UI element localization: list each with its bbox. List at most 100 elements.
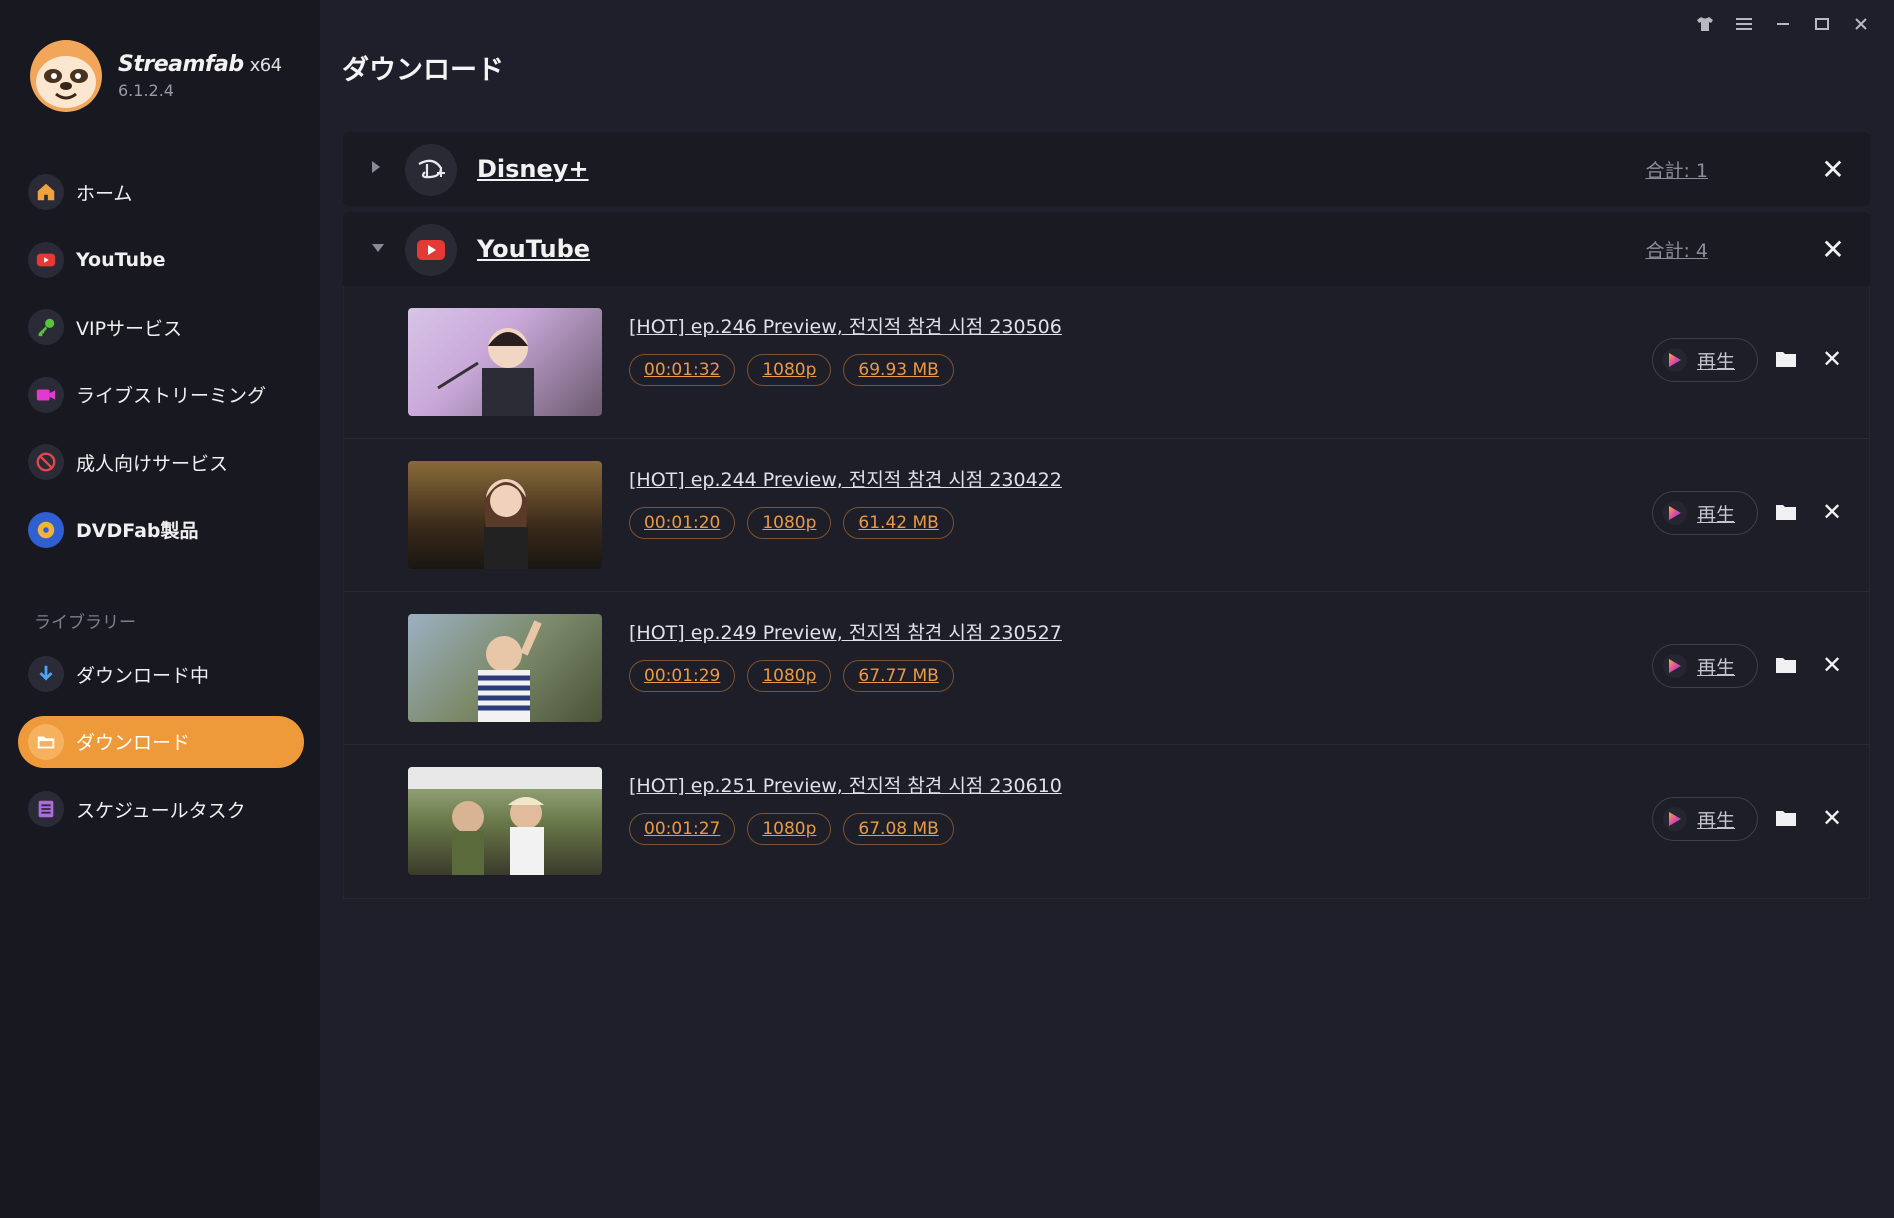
play-label: 再生 bbox=[1697, 350, 1736, 373]
service-group-youtube: YouTube 合計: 4 ✕ [HOT] ep.246 Preview, 전지… bbox=[343, 212, 1870, 899]
service-group-disney: Disney+ 合計: 1 ✕ bbox=[343, 132, 1870, 206]
play-icon bbox=[1663, 654, 1687, 678]
size-badge: 67.77 MB bbox=[843, 660, 954, 692]
chevron-right-icon[interactable] bbox=[371, 160, 381, 178]
sidebar: Streamfab x64 6.1.2.4 ホーム YouTube VIPサービス bbox=[0, 0, 320, 1218]
duration-badge: 00:01:32 bbox=[629, 354, 736, 386]
service-name[interactable]: Disney+ bbox=[477, 155, 589, 183]
size-badge: 67.08 MB bbox=[843, 813, 954, 845]
size-badge: 69.93 MB bbox=[843, 354, 954, 386]
video-meta: 00:01:20 1080p 61.42 MB bbox=[629, 507, 954, 539]
sidebar-item-downloading[interactable]: ダウンロード中 bbox=[18, 648, 304, 700]
sidebar-item-home[interactable]: ホーム bbox=[18, 166, 304, 218]
sidebar-item-youtube[interactable]: YouTube bbox=[18, 234, 304, 286]
sidebar-item-label: 成人向けサービス bbox=[76, 452, 229, 475]
download-icon bbox=[28, 656, 64, 692]
home-icon bbox=[28, 174, 64, 210]
sidebar-item-label: ライブストリーミング bbox=[76, 385, 267, 407]
sidebar-item-schedule[interactable]: スケジュールタスク bbox=[18, 783, 304, 835]
youtube-icon bbox=[405, 224, 457, 276]
folder-icon[interactable] bbox=[1775, 656, 1797, 674]
video-meta: 00:01:29 1080p 67.77 MB bbox=[629, 660, 954, 692]
video-thumbnail[interactable] bbox=[408, 308, 602, 416]
sloth-logo-icon bbox=[28, 38, 104, 114]
play-label: 再生 bbox=[1697, 656, 1736, 679]
quality-badge: 1080p bbox=[747, 660, 832, 692]
total-count: 合計: 4 bbox=[1645, 239, 1708, 262]
video-thumbnail[interactable] bbox=[408, 614, 602, 722]
list-item: [HOT] ep.249 Preview, 전지적 참견 시점 230527 0… bbox=[344, 592, 1869, 745]
menu-icon[interactable] bbox=[1724, 12, 1763, 36]
sidebar-item-label: DVDFab製品 bbox=[76, 520, 199, 542]
total-count: 合計: 1 bbox=[1645, 159, 1708, 182]
play-label: 再生 bbox=[1697, 503, 1736, 526]
duration-badge: 00:01:20 bbox=[629, 507, 736, 539]
chevron-down-icon[interactable] bbox=[371, 241, 385, 257]
quality-badge: 1080p bbox=[747, 813, 832, 845]
play-icon bbox=[1663, 501, 1687, 525]
video-title[interactable]: [HOT] ep.244 Preview, 전지적 참견 시점 230422 bbox=[629, 465, 1062, 492]
disney-icon bbox=[405, 144, 457, 196]
sidebar-item-downloaded[interactable]: ダウンロード bbox=[18, 715, 304, 768]
close-icon[interactable]: ✕ bbox=[1819, 804, 1845, 832]
maximize-icon[interactable] bbox=[1802, 12, 1841, 36]
list-item: [HOT] ep.244 Preview, 전지적 참견 시점 230422 0… bbox=[344, 439, 1869, 592]
sidebar-item-dvdfab[interactable]: DVDFab製品 bbox=[18, 504, 304, 556]
app-arch: x64 bbox=[249, 55, 283, 76]
video-meta: 00:01:27 1080p 67.08 MB bbox=[629, 813, 954, 845]
size-badge: 61.42 MB bbox=[843, 507, 954, 539]
page-title: ダウンロード bbox=[342, 55, 504, 86]
close-icon[interactable]: ✕ bbox=[1816, 232, 1850, 266]
app-name: Streamfab bbox=[118, 52, 244, 77]
folder-icon[interactable] bbox=[1775, 809, 1797, 827]
duration-badge: 00:01:27 bbox=[629, 813, 736, 845]
main-nav: ホーム YouTube VIPサービス ライブストリーミング 成人向けサービス bbox=[18, 166, 304, 571]
list-item: [HOT] ep.251 Preview, 전지적 참견 시점 230610 0… bbox=[344, 745, 1869, 898]
youtube-icon bbox=[28, 241, 64, 278]
list-item: [HOT] ep.246 Preview, 전지적 참견 시점 230506 0… bbox=[344, 286, 1869, 439]
close-icon[interactable]: ✕ bbox=[1816, 152, 1850, 186]
folder-icon[interactable] bbox=[1775, 503, 1797, 521]
play-button[interactable]: 再生 bbox=[1652, 338, 1758, 382]
sidebar-item-label: VIPサービス bbox=[76, 317, 183, 340]
brand: Streamfab x64 6.1.2.4 bbox=[28, 38, 282, 114]
sidebar-item-adult[interactable]: 成人向けサービス bbox=[18, 436, 304, 488]
app-version: 6.1.2.4 bbox=[118, 81, 174, 100]
play-icon bbox=[1663, 807, 1687, 831]
dvdfab-icon bbox=[28, 511, 64, 548]
library-section-label: ライブラリー bbox=[34, 613, 136, 633]
schedule-icon bbox=[28, 791, 64, 827]
adult-icon bbox=[28, 444, 64, 480]
video-meta: 00:01:32 1080p 69.93 MB bbox=[629, 354, 954, 386]
folder-icon bbox=[28, 723, 64, 760]
close-icon[interactable] bbox=[1841, 12, 1880, 36]
play-button[interactable]: 再生 bbox=[1652, 797, 1758, 841]
video-title[interactable]: [HOT] ep.251 Preview, 전지적 참견 시점 230610 bbox=[629, 771, 1062, 798]
sidebar-item-label: スケジュールタスク bbox=[76, 799, 246, 822]
play-button[interactable]: 再生 bbox=[1652, 644, 1758, 688]
service-name[interactable]: YouTube bbox=[477, 235, 590, 263]
download-list: [HOT] ep.246 Preview, 전지적 참견 시점 230506 0… bbox=[343, 286, 1870, 899]
sidebar-item-live-streaming[interactable]: ライブストリーミング bbox=[18, 369, 304, 421]
sidebar-item-label: YouTube bbox=[76, 248, 166, 271]
tshirt-icon[interactable] bbox=[1685, 12, 1724, 36]
video-thumbnail[interactable] bbox=[408, 767, 602, 875]
close-icon[interactable]: ✕ bbox=[1819, 651, 1845, 679]
close-icon[interactable]: ✕ bbox=[1819, 498, 1845, 526]
play-icon bbox=[1663, 348, 1687, 372]
folder-icon[interactable] bbox=[1775, 350, 1797, 368]
video-thumbnail[interactable] bbox=[408, 461, 602, 569]
play-label: 再生 bbox=[1697, 809, 1736, 832]
key-icon bbox=[28, 309, 64, 345]
quality-badge: 1080p bbox=[747, 507, 832, 539]
close-icon[interactable]: ✕ bbox=[1819, 345, 1845, 373]
group-header[interactable]: YouTube 合計: 4 ✕ bbox=[343, 212, 1870, 286]
video-title[interactable]: [HOT] ep.246 Preview, 전지적 참견 시점 230506 bbox=[629, 312, 1062, 339]
group-header[interactable]: Disney+ 合計: 1 ✕ bbox=[343, 132, 1870, 206]
play-button[interactable]: 再生 bbox=[1652, 491, 1758, 535]
video-title[interactable]: [HOT] ep.249 Preview, 전지적 참견 시점 230527 bbox=[629, 618, 1062, 645]
sidebar-item-label: ダウンロード bbox=[76, 732, 191, 754]
sidebar-item-label: ホーム bbox=[76, 182, 133, 205]
minimize-icon[interactable] bbox=[1763, 12, 1802, 36]
sidebar-item-vip[interactable]: VIPサービス bbox=[18, 301, 304, 353]
